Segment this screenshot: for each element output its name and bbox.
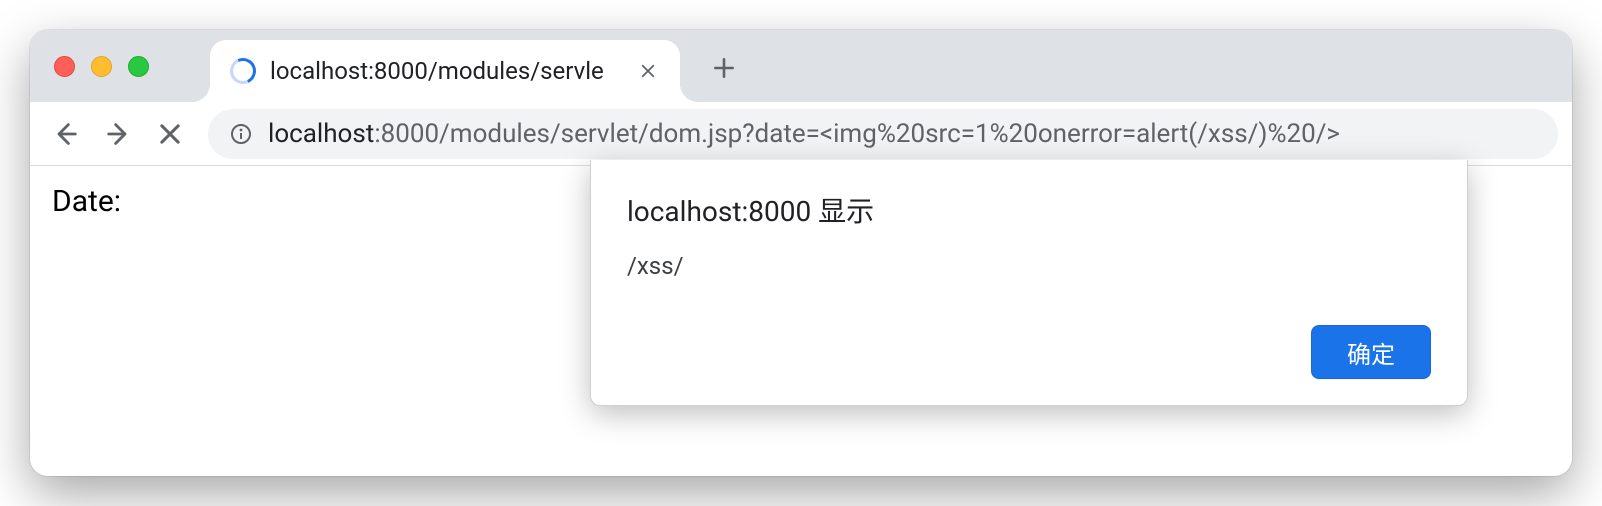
alert-actions: 确定: [627, 325, 1431, 379]
minimize-window-button[interactable]: [91, 56, 112, 77]
alert-message: /xss/: [627, 252, 1431, 325]
info-icon: [229, 122, 253, 146]
address-bar[interactable]: localhost:8000/modules/servlet/dom.jsp?d…: [208, 109, 1558, 159]
toolbar: localhost:8000/modules/servlet/dom.jsp?d…: [30, 102, 1572, 166]
window-controls: [54, 56, 149, 77]
arrow-left-icon: [52, 120, 80, 148]
maximize-window-button[interactable]: [128, 56, 149, 77]
loading-spinner-icon: [226, 54, 259, 87]
site-info-button[interactable]: [228, 121, 254, 147]
arrow-right-icon: [104, 120, 132, 148]
tab-strip: localhost:8000/modules/servle: [30, 30, 1572, 102]
close-tab-button[interactable]: [634, 57, 662, 85]
url-host: localhost: [268, 119, 374, 149]
url-path: :8000/modules/servlet/dom.jsp?date=<img%…: [374, 119, 1340, 149]
close-icon: [639, 62, 657, 80]
close-icon: [156, 120, 184, 148]
forward-button[interactable]: [96, 112, 140, 156]
alert-title: localhost:8000 显示: [627, 190, 1431, 230]
back-button[interactable]: [44, 112, 88, 156]
browser-tab[interactable]: localhost:8000/modules/servle: [210, 40, 680, 102]
javascript-alert-dialog: localhost:8000 显示 /xss/ 确定: [590, 160, 1468, 406]
stop-loading-button[interactable]: [148, 112, 192, 156]
alert-ok-button[interactable]: 确定: [1311, 325, 1431, 379]
browser-window: localhost:8000/modules/servle: [30, 30, 1572, 476]
page-content: Date: localhost:8000 显示 /xss/ 确定: [30, 166, 1572, 476]
new-tab-button[interactable]: [704, 48, 744, 88]
url-text: localhost:8000/modules/servlet/dom.jsp?d…: [268, 119, 1340, 149]
tab-title: localhost:8000/modules/servle: [270, 57, 620, 85]
plus-icon: [711, 55, 737, 81]
close-window-button[interactable]: [54, 56, 75, 77]
